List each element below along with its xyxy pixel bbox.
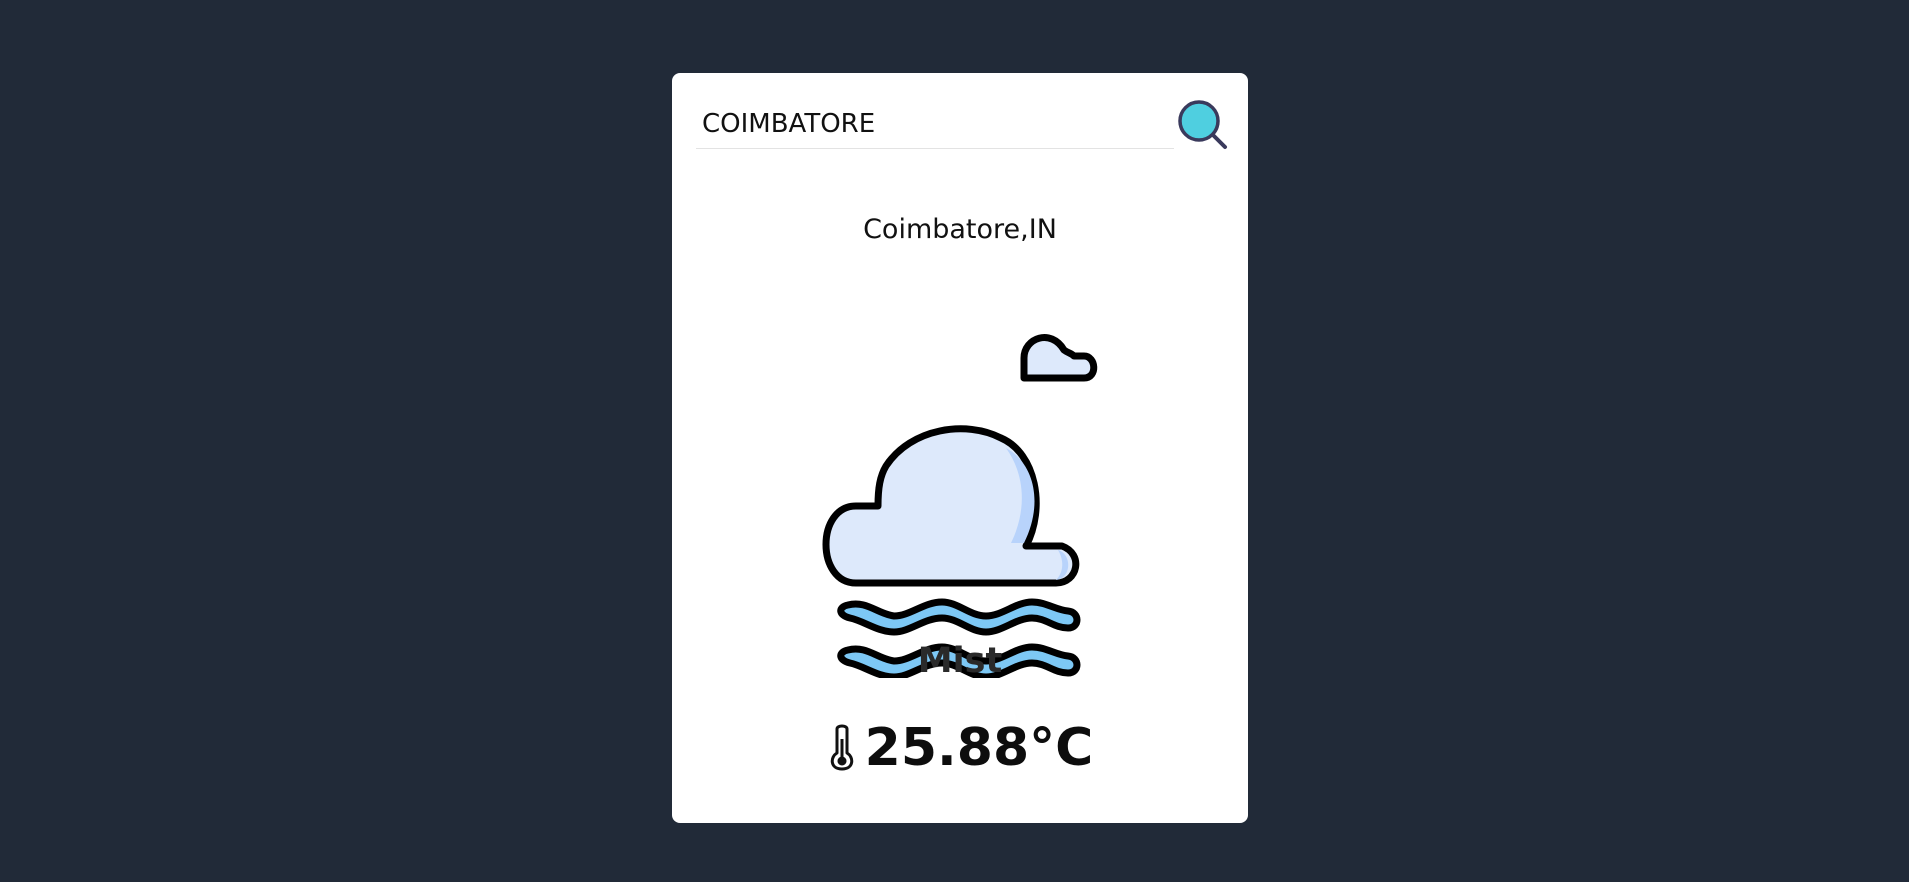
weather-condition: Mist: [917, 641, 1003, 681]
location-label: Coimbatore,IN: [863, 214, 1057, 245]
thermometer-icon: [830, 724, 853, 771]
search-bar: [696, 99, 1227, 151]
search-input[interactable]: [696, 99, 1174, 149]
search-button[interactable]: [1177, 99, 1229, 151]
search-icon: [1178, 100, 1227, 149]
temperature-value: 25.88°C: [864, 718, 1094, 778]
weather-card: Coimbatore,IN Mist 25.88°C: [672, 73, 1248, 823]
mist-cloud-icon: [822, 334, 1098, 678]
temperature-row: 25.88°C: [672, 718, 1248, 778]
